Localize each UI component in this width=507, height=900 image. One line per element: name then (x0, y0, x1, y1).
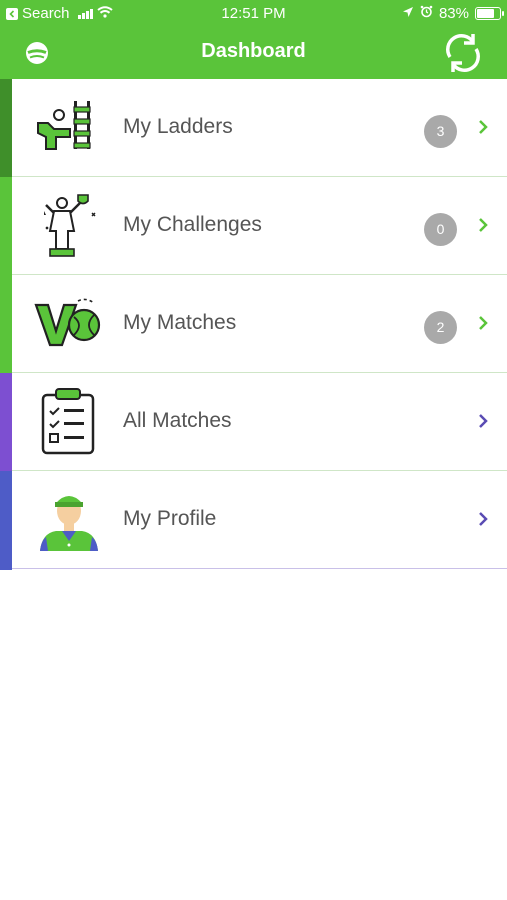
chevron-right-icon (477, 413, 489, 434)
battery-percent: 83% (438, 5, 469, 22)
location-arrow-icon (402, 5, 414, 22)
menu-item-my-ladders[interactable]: My Ladders 3 (0, 79, 507, 178)
player-avatar-icon (34, 485, 104, 555)
menu-item-my-matches[interactable]: My Matches 2 (0, 275, 507, 374)
menu-item-label: My Profile (123, 507, 217, 530)
status-bar: Search 12:51 PM 83% (0, 0, 507, 28)
row-accent-stripe (0, 471, 12, 570)
battery-icon (475, 7, 504, 20)
chevron-right-icon (477, 119, 489, 140)
chevron-right-icon (477, 315, 489, 336)
trophy-winner-icon (34, 191, 104, 261)
alarm-icon (420, 5, 433, 22)
versus-icon (34, 289, 104, 359)
count-badge: 3 (424, 115, 457, 148)
menu-item-label: My Ladders (123, 115, 233, 138)
menu-item-label: My Matches (123, 311, 237, 334)
menu-item-label: My Challenges (123, 213, 262, 236)
menu-item-my-profile[interactable]: My Profile (0, 471, 507, 570)
clipboard-checklist-icon (34, 387, 104, 457)
menu-item-all-matches[interactable]: All Matches (0, 373, 507, 472)
ladder-icon (34, 93, 104, 163)
chevron-right-icon (477, 511, 489, 532)
status-right: 83% (402, 5, 504, 22)
nav-bar: Dashboard (0, 28, 507, 79)
menu-item-label: All Matches (123, 409, 232, 432)
page-title: Dashboard (201, 40, 306, 62)
dashboard-menu: My Ladders 3 My Challenges 0 My Matches … (0, 79, 507, 570)
count-badge: 0 (424, 213, 457, 246)
row-accent-stripe (0, 79, 12, 178)
menu-item-my-challenges[interactable]: My Challenges 0 (0, 177, 507, 276)
refresh-icon[interactable] (443, 31, 483, 80)
chevron-right-icon (477, 217, 489, 238)
row-accent-stripe (0, 373, 12, 472)
count-badge: 2 (424, 311, 457, 344)
row-accent-stripe (0, 275, 12, 374)
battery-level (477, 9, 494, 18)
row-accent-stripe (0, 177, 12, 276)
